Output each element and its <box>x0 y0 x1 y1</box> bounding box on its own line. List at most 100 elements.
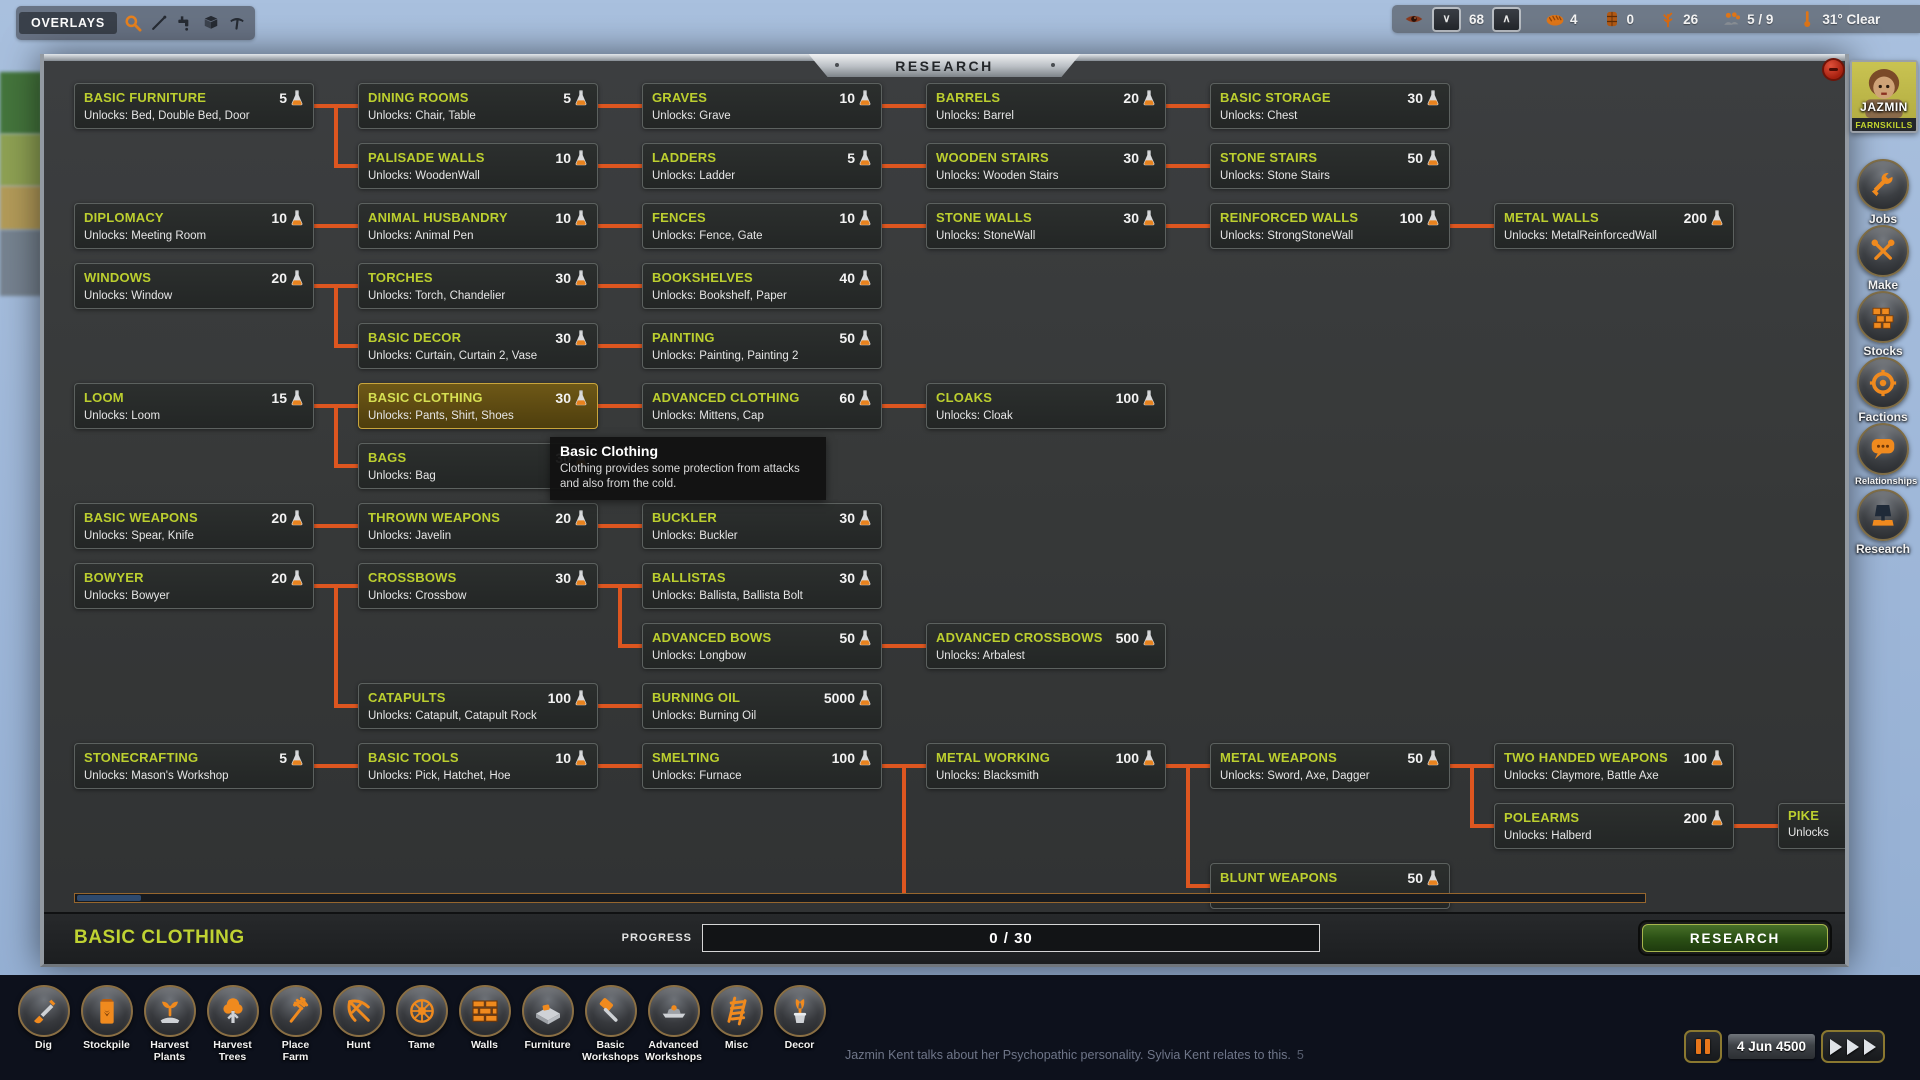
research-node-basic-weapons[interactable]: BASIC WEAPONS 20 Unlocks: Spear, Knife <box>74 503 314 549</box>
toolbar-item-tame[interactable]: Tame <box>390 985 453 1063</box>
research-node-basic-clothing[interactable]: BASIC CLOTHING 30 Unlocks: Pants, Shirt,… <box>358 383 598 429</box>
tame-button[interactable] <box>396 985 448 1037</box>
research-node-bowyer[interactable]: BOWYER 20 Unlocks: Bowyer <box>74 563 314 609</box>
play-speed-3-button[interactable] <box>1864 1039 1876 1055</box>
research-node-fences[interactable]: FENCES 10 Unlocks: Fence, Gate <box>642 203 882 249</box>
research-node-basic-furniture[interactable]: BASIC FURNITURE 5 Unlocks: Bed, Double B… <box>74 83 314 129</box>
research-node-painting[interactable]: PAINTING 50 Unlocks: Painting, Painting … <box>642 323 882 369</box>
research-node-burning-oil[interactable]: BURNING OIL 5000 Unlocks: Burning Oil <box>642 683 882 729</box>
toolbar-item-furniture[interactable]: Furniture <box>516 985 579 1063</box>
research-node-dining-rooms[interactable]: DINING ROOMS 5 Unlocks: Chair, Table <box>358 83 598 129</box>
relationships-button[interactable] <box>1857 423 1909 475</box>
jobs-button[interactable] <box>1857 159 1909 211</box>
research-node-stone-stairs[interactable]: STONE STAIRS 50 Unlocks: Stone Stairs <box>1210 143 1450 189</box>
play-speed-1-button[interactable] <box>1830 1039 1842 1055</box>
toolbar-item-dig[interactable]: Dig <box>12 985 75 1063</box>
research-node-loom[interactable]: LOOM 15 Unlocks: Loom <box>74 383 314 429</box>
toolbar-item-harvest-trees[interactable]: HarvestTrees <box>201 985 264 1063</box>
research-node-cloaks[interactable]: CLOAKS 100 Unlocks: Cloak <box>926 383 1166 429</box>
magnifier-icon[interactable] <box>121 11 145 35</box>
advanced-workshops-button[interactable] <box>648 985 700 1037</box>
research-node-bookshelves[interactable]: BOOKSHELVES 40 Unlocks: Bookshelf, Paper <box>642 263 882 309</box>
decor-button[interactable] <box>774 985 826 1037</box>
toolbar-item-advanced-workshops[interactable]: AdvancedWorkshops <box>642 985 705 1063</box>
stocks-button[interactable] <box>1857 291 1909 343</box>
research-node-advanced-crossbows[interactable]: ADVANCED CROSSBOWS 500 Unlocks: Arbalest <box>926 623 1166 669</box>
line-overlay-icon[interactable] <box>147 11 171 35</box>
overlays-button[interactable]: OVERLAYS <box>19 12 117 34</box>
research-node-windows[interactable]: WINDOWS 20 Unlocks: Window <box>74 263 314 309</box>
place-farm-button[interactable] <box>270 985 322 1037</box>
sidebar-item-relationships[interactable]: Relationships <box>1855 423 1911 487</box>
research-node-palisade-walls[interactable]: PALISADE WALLS 10 Unlocks: WoodenWall <box>358 143 598 189</box>
research-node-diplomacy[interactable]: DIPLOMACY 10 Unlocks: Meeting Room <box>74 203 314 249</box>
research-node-ladders[interactable]: LADDERS 5 Unlocks: Ladder <box>642 143 882 189</box>
research-node-metal-working[interactable]: METAL WORKING 100 Unlocks: Blacksmith <box>926 743 1166 789</box>
research-node-stone-walls[interactable]: STONE WALLS 30 Unlocks: StoneWall <box>926 203 1166 249</box>
make-item-button[interactable] <box>1857 225 1909 277</box>
research-node-metal-walls[interactable]: METAL WALLS 200 Unlocks: MetalReinforced… <box>1494 203 1734 249</box>
bottom-strip: Dig Stockpile HarvestPlants HarvestTrees… <box>0 975 1920 1080</box>
research-node-advanced-clothing[interactable]: ADVANCED CLOTHING 60 Unlocks: Mittens, C… <box>642 383 882 429</box>
research-node-animal-husbandry[interactable]: ANIMAL HUSBANDRY 10 Unlocks: Animal Pen <box>358 203 598 249</box>
research-node-crossbows[interactable]: CROSSBOWS 30 Unlocks: Crossbow <box>358 563 598 609</box>
research-node-ballistas[interactable]: BALLISTAS 30 Unlocks: Ballista, Ballista… <box>642 563 882 609</box>
tooltip-title: Basic Clothing <box>560 443 816 459</box>
research-node-basic-tools[interactable]: BASIC TOOLS 10 Unlocks: Pick, Hatchet, H… <box>358 743 598 789</box>
sidebar-item-research[interactable]: Research <box>1855 489 1911 556</box>
sidebar-item-factions[interactable]: Factions <box>1855 357 1911 424</box>
node-title: ADVANCED BOWS <box>652 631 771 646</box>
storage-overlay-icon[interactable] <box>199 11 223 35</box>
event-log[interactable]: Jazmin Kent talks about her Psychopathic… <box>845 1048 1304 1062</box>
basic-workshops-button[interactable] <box>585 985 637 1037</box>
research-node-stonecrafting[interactable]: STONECRAFTING 5 Unlocks: Mason's Worksho… <box>74 743 314 789</box>
toolbar-item-stockpile[interactable]: Stockpile <box>75 985 138 1063</box>
mining-overlay-icon[interactable] <box>225 11 249 35</box>
research-node-basic-storage[interactable]: BASIC STORAGE 30 Unlocks: Chest <box>1210 83 1450 129</box>
play-speed-2-button[interactable] <box>1847 1039 1859 1055</box>
pause-button[interactable] <box>1684 1030 1722 1063</box>
research-node-thrown-weapons[interactable]: THROWN WEAPONS 20 Unlocks: Javelin <box>358 503 598 549</box>
tree-scroll-thumb[interactable] <box>77 895 141 901</box>
research-node-polearms[interactable]: POLEARMS 200 Unlocks: Halberd <box>1494 803 1734 849</box>
sidebar-item-stocks[interactable]: Stocks <box>1855 291 1911 358</box>
research-button[interactable]: RESEARCH <box>1642 924 1828 952</box>
harvest-trees-button[interactable] <box>207 985 259 1037</box>
toolbar-item-walls[interactable]: Walls <box>453 985 516 1063</box>
tree-scrollbar[interactable] <box>74 893 1646 903</box>
toolbar-item-decor[interactable]: Decor <box>768 985 831 1063</box>
stockpile-button[interactable] <box>81 985 133 1037</box>
research-node-torches[interactable]: TORCHES 30 Unlocks: Torch, Chandelier <box>358 263 598 309</box>
sidebar-item-jobs[interactable]: Jobs <box>1855 159 1911 226</box>
toolbar-item-hunt[interactable]: Hunt <box>327 985 390 1063</box>
level-down-button[interactable]: ∨ <box>1432 7 1461 32</box>
water-overlay-icon[interactable] <box>173 11 197 35</box>
toolbar-item-basic-workshops[interactable]: BasicWorkshops <box>579 985 642 1063</box>
research-node-catapults[interactable]: CATAPULTS 100 Unlocks: Catapult, Catapul… <box>358 683 598 729</box>
research-node-metal-weapons[interactable]: METAL WEAPONS 50 Unlocks: Sword, Axe, Da… <box>1210 743 1450 789</box>
research-node-barrels[interactable]: BARRELS 20 Unlocks: Barrel <box>926 83 1166 129</box>
research-node-buckler[interactable]: BUCKLER 30 Unlocks: Buckler <box>642 503 882 549</box>
research-node-smelting[interactable]: SMELTING 100 Unlocks: Furnace <box>642 743 882 789</box>
furniture-button[interactable] <box>522 985 574 1037</box>
research-node-reinforced-walls[interactable]: REINFORCED WALLS 100 Unlocks: StrongSton… <box>1210 203 1450 249</box>
toolbar-item-misc[interactable]: Misc <box>705 985 768 1063</box>
dig-button[interactable] <box>18 985 70 1037</box>
research-button[interactable] <box>1857 489 1909 541</box>
toolbar-item-place-farm[interactable]: PlaceFarm <box>264 985 327 1063</box>
walls-button[interactable] <box>459 985 511 1037</box>
research-node-two-handed-weapons[interactable]: TWO HANDED WEAPONS 100 Unlocks: Claymore… <box>1494 743 1734 789</box>
research-node-wooden-stairs[interactable]: WOODEN STAIRS 30 Unlocks: Wooden Stairs <box>926 143 1166 189</box>
research-node-graves[interactable]: GRAVES 10 Unlocks: Grave <box>642 83 882 129</box>
close-panel-button[interactable] <box>1822 58 1845 81</box>
research-node-basic-decor[interactable]: BASIC DECOR 30 Unlocks: Curtain, Curtain… <box>358 323 598 369</box>
toolbar-item-harvest-plants[interactable]: HarvestPlants <box>138 985 201 1063</box>
research-node-pike[interactable]: PIKE Unlocks <box>1778 803 1849 849</box>
hunt-button[interactable] <box>333 985 385 1037</box>
misc-button[interactable] <box>711 985 763 1037</box>
harvest-plants-button[interactable] <box>144 985 196 1037</box>
research-node-advanced-bows[interactable]: ADVANCED BOWS 50 Unlocks: Longbow <box>642 623 882 669</box>
level-up-button[interactable]: ∧ <box>1492 7 1521 32</box>
colonist-portrait[interactable]: JAZMIN FARNSKILLS <box>1850 60 1918 133</box>
factions-button[interactable] <box>1857 357 1909 409</box>
